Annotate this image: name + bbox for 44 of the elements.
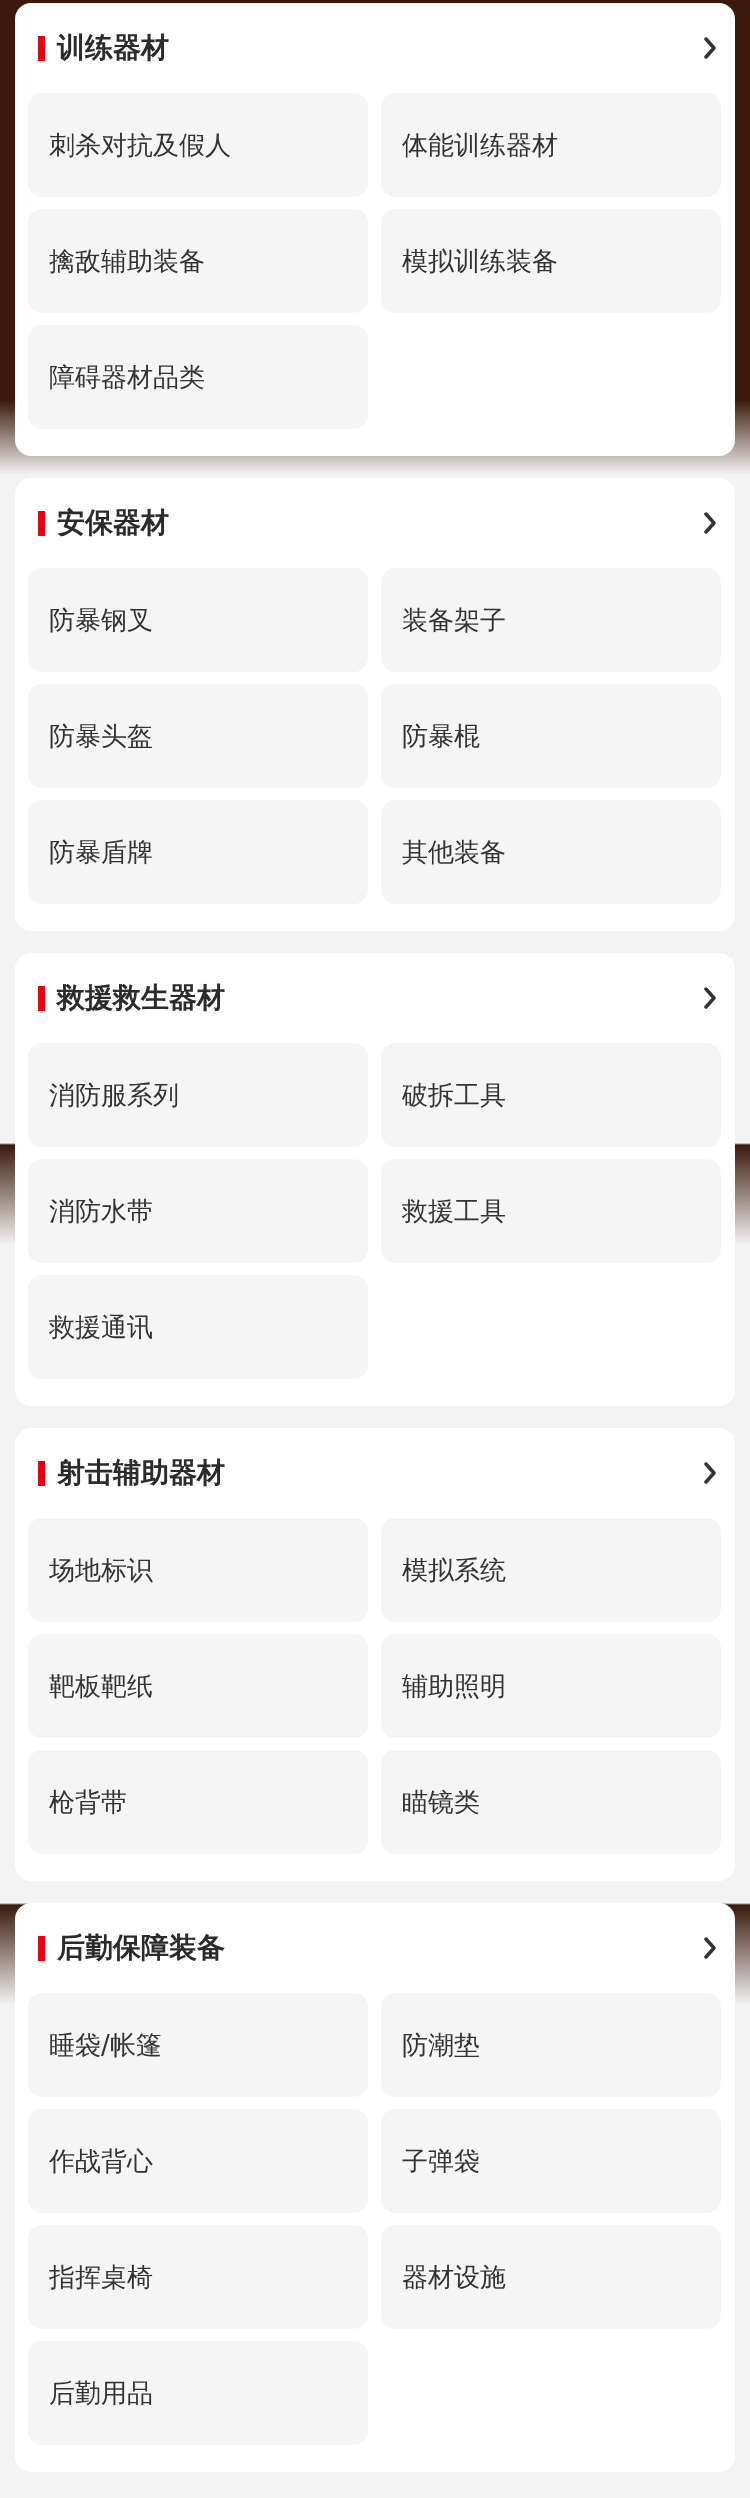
accent-bar xyxy=(38,1935,45,1961)
category-item[interactable]: 消防水带 xyxy=(28,1159,368,1263)
category-item[interactable]: 瞄镜类 xyxy=(381,1750,721,1854)
category-item[interactable]: 子弹袋 xyxy=(381,2109,721,2213)
category-item[interactable]: 枪背带 xyxy=(28,1750,368,1854)
accent-bar xyxy=(38,35,45,61)
category-item[interactable]: 其他装备 xyxy=(381,800,721,904)
category-item[interactable]: 消防服系列 xyxy=(28,1043,368,1147)
section-title: 训练器材 xyxy=(57,30,170,66)
category-item[interactable]: 体能训练器材 xyxy=(381,93,721,197)
category-item[interactable]: 防暴盾牌 xyxy=(28,800,368,904)
category-item[interactable]: 靶板靶纸 xyxy=(28,1634,368,1738)
category-item[interactable]: 指挥桌椅 xyxy=(28,2225,368,2329)
category-item[interactable]: 破拆工具 xyxy=(381,1043,721,1147)
category-item[interactable]: 器材设施 xyxy=(381,2225,721,2329)
chevron-right-icon[interactable] xyxy=(703,987,717,1009)
category-item[interactable]: 防暴棍 xyxy=(381,684,721,788)
category-item[interactable]: 刺杀对抗及假人 xyxy=(28,93,368,197)
accent-bar xyxy=(38,510,45,536)
section-title: 射击辅助器材 xyxy=(57,1455,226,1491)
category-item[interactable]: 模拟训练装备 xyxy=(381,209,721,313)
category-item[interactable]: 救援工具 xyxy=(381,1159,721,1263)
category-item[interactable]: 睡袋/帐篷 xyxy=(28,1993,368,2097)
category-item[interactable]: 障碍器材品类 xyxy=(28,325,368,429)
category-item[interactable]: 辅助照明 xyxy=(381,1634,721,1738)
category-item[interactable]: 救援通讯 xyxy=(28,1275,368,1379)
category-item[interactable]: 擒敌辅助装备 xyxy=(28,209,368,313)
chevron-right-icon[interactable] xyxy=(703,512,717,534)
section-title: 救援救生器材 xyxy=(57,980,226,1016)
category-item[interactable]: 作战背心 xyxy=(28,2109,368,2213)
category-item[interactable]: 模拟系统 xyxy=(381,1518,721,1622)
chevron-right-icon[interactable] xyxy=(703,1462,717,1484)
accent-bar xyxy=(38,1460,45,1486)
category-item[interactable]: 防暴钢叉 xyxy=(28,568,368,672)
accent-bar xyxy=(38,985,45,1011)
category-item[interactable]: 场地标识 xyxy=(28,1518,368,1622)
section-title: 后勤保障装备 xyxy=(57,1930,226,1966)
category-item[interactable]: 防潮垫 xyxy=(381,1993,721,2097)
category-item[interactable]: 防暴头盔 xyxy=(28,684,368,788)
category-item[interactable]: 后勤用品 xyxy=(28,2341,368,2445)
chevron-right-icon[interactable] xyxy=(703,1937,717,1959)
section-title: 安保器材 xyxy=(57,505,170,541)
category-item[interactable]: 装备架子 xyxy=(381,568,721,672)
chevron-right-icon[interactable] xyxy=(703,37,717,59)
